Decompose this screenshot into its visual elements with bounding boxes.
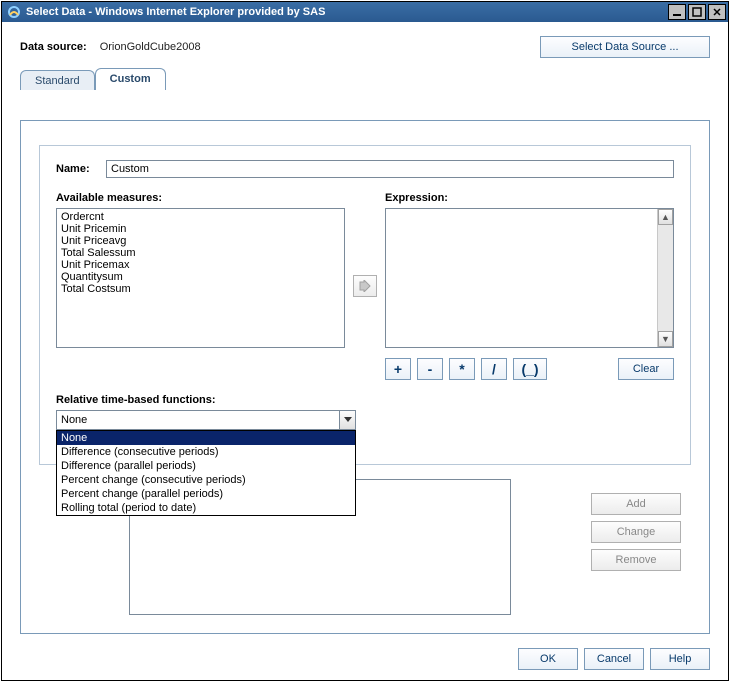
- dropdown-option[interactable]: Difference (parallel periods): [57, 459, 355, 473]
- select-data-source-label: Select Data Source ...: [572, 41, 679, 53]
- maximize-button[interactable]: [688, 4, 706, 20]
- expression-label: Expression:: [385, 192, 674, 204]
- name-input[interactable]: [106, 160, 674, 178]
- slash-icon: /: [492, 361, 496, 377]
- close-button[interactable]: [708, 4, 726, 20]
- custom-measure-group: Name: Available measures: OrdercntUnit P…: [39, 145, 691, 465]
- remove-button-label: Remove: [616, 554, 657, 566]
- rtf-dropdown-menu[interactable]: NoneDifference (consecutive periods)Diff…: [56, 430, 356, 516]
- tab-standard-label: Standard: [35, 75, 80, 87]
- window-title: Select Data - Windows Internet Explorer …: [26, 6, 668, 18]
- select-data-source-button[interactable]: Select Data Source ...: [540, 36, 710, 58]
- asterisk-icon: *: [459, 361, 464, 377]
- scroll-down-arrow[interactable]: ▼: [658, 331, 673, 347]
- data-source-label: Data source:: [20, 41, 87, 53]
- add-button-label: Add: [626, 498, 646, 510]
- scroll-up-arrow[interactable]: ▲: [658, 209, 673, 225]
- tab-strip: Standard Custom: [20, 68, 710, 90]
- list-item[interactable]: Quantitysum: [61, 271, 340, 283]
- cancel-button-label: Cancel: [597, 653, 631, 665]
- minimize-button[interactable]: [668, 4, 686, 20]
- dropdown-option[interactable]: Difference (consecutive periods): [57, 445, 355, 459]
- add-button[interactable]: Add: [591, 493, 681, 515]
- list-item[interactable]: Total Salessum: [61, 247, 340, 259]
- expression-textarea[interactable]: ▲ ▼: [385, 208, 674, 348]
- remove-button[interactable]: Remove: [591, 549, 681, 571]
- cancel-button[interactable]: Cancel: [584, 648, 644, 670]
- ie-icon: [6, 4, 22, 20]
- list-item[interactable]: Ordercnt: [61, 211, 340, 223]
- op-minus-button[interactable]: -: [417, 358, 443, 380]
- list-item[interactable]: Unit Priceavg: [61, 235, 340, 247]
- vertical-scrollbar[interactable]: ▲ ▼: [657, 209, 673, 347]
- plus-icon: +: [394, 361, 402, 377]
- available-measures-list[interactable]: OrdercntUnit PriceminUnit PriceavgTotal …: [56, 208, 345, 348]
- rtf-selected-text: None: [57, 414, 339, 426]
- available-measures-label: Available measures:: [56, 192, 345, 204]
- help-button[interactable]: Help: [650, 648, 710, 670]
- list-item[interactable]: Total Costsum: [61, 283, 340, 295]
- change-button-label: Change: [617, 526, 656, 538]
- title-bar: Select Data - Windows Internet Explorer …: [2, 2, 728, 22]
- dropdown-option[interactable]: Percent change (parallel periods): [57, 487, 355, 501]
- move-right-button[interactable]: [353, 275, 377, 297]
- help-button-label: Help: [669, 653, 692, 665]
- clear-button-label: Clear: [633, 363, 659, 375]
- tab-standard[interactable]: Standard: [20, 70, 95, 90]
- name-label: Name:: [56, 163, 106, 175]
- rtf-dropdown[interactable]: None NoneDifference (consecutive periods…: [56, 410, 356, 430]
- list-item[interactable]: Unit Pricemin: [61, 223, 340, 235]
- dropdown-option[interactable]: Rolling total (period to date): [57, 501, 355, 515]
- rtf-label: Relative time-based functions:: [56, 394, 356, 406]
- tab-panel-custom: Name: Available measures: OrdercntUnit P…: [20, 120, 710, 634]
- change-button[interactable]: Change: [591, 521, 681, 543]
- tab-custom[interactable]: Custom: [95, 68, 166, 90]
- ok-button[interactable]: OK: [518, 648, 578, 670]
- tab-custom-label: Custom: [110, 73, 151, 85]
- paren-icon: (_): [521, 361, 538, 377]
- chevron-down-icon: [344, 417, 352, 423]
- op-paren-button[interactable]: (_): [513, 358, 547, 380]
- window-frame: Select Data - Windows Internet Explorer …: [1, 1, 729, 681]
- op-plus-button[interactable]: +: [385, 358, 411, 380]
- data-source-value: OrionGoldCube2008: [100, 41, 201, 53]
- op-mul-button[interactable]: *: [449, 358, 475, 380]
- minus-icon: -: [428, 361, 433, 377]
- dropdown-option[interactable]: Percent change (consecutive periods): [57, 473, 355, 487]
- dropdown-option[interactable]: None: [57, 431, 355, 445]
- list-item[interactable]: Unit Pricemax: [61, 259, 340, 271]
- op-div-button[interactable]: /: [481, 358, 507, 380]
- dropdown-arrow-button[interactable]: [339, 411, 355, 429]
- arrow-right-icon: [358, 280, 372, 292]
- ok-button-label: OK: [540, 653, 556, 665]
- clear-button[interactable]: Clear: [618, 358, 674, 380]
